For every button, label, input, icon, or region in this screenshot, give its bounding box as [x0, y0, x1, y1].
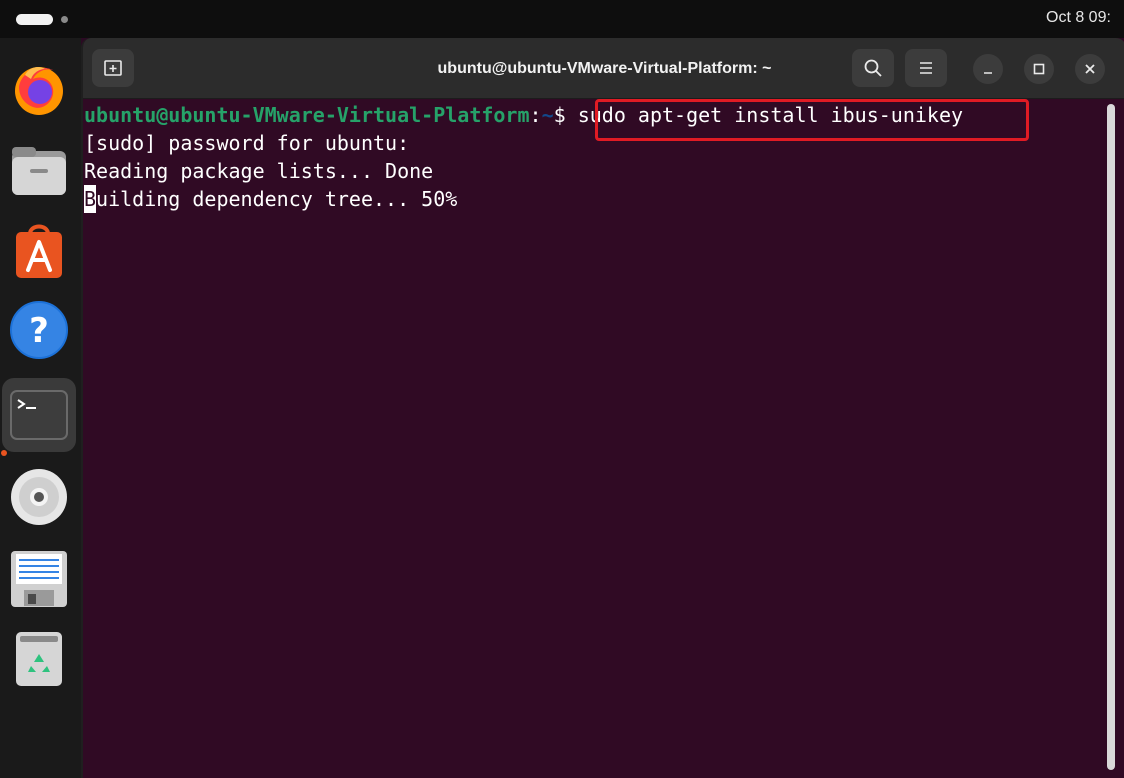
prompt-colon: : [529, 103, 542, 127]
output-line: Building dependency tree... 50% [84, 185, 457, 213]
svg-text:?: ? [29, 311, 49, 351]
close-icon [1085, 64, 1095, 74]
text-editor-icon [11, 551, 67, 607]
new-tab-icon [104, 60, 122, 76]
terminal-output[interactable]: ubuntu@ubuntu-VMware-Virtual-Platform:~$… [83, 99, 1103, 778]
prompt-path: ~ [541, 103, 554, 127]
search-icon [864, 59, 882, 77]
new-tab-button[interactable] [92, 49, 134, 87]
hamburger-menu-icon [920, 62, 932, 74]
disc-icon [11, 469, 67, 525]
terminal-window: ubuntu@ubuntu-VMware-Virtual-Platform: ~ [81, 38, 1124, 778]
dock-item-help[interactable]: ? [6, 297, 72, 363]
text-cursor: B [84, 185, 97, 213]
dock-item-files[interactable] [6, 138, 72, 204]
dock-item-app-center[interactable] [6, 218, 72, 284]
output-line: [sudo] password for ubuntu: [84, 131, 410, 155]
running-indicator [1, 450, 7, 456]
firefox-icon [15, 67, 63, 115]
dock-item-trash[interactable] [6, 626, 72, 692]
files-icon [12, 147, 66, 195]
minimize-icon [984, 72, 992, 74]
menu-button[interactable] [905, 49, 947, 87]
minimize-button[interactable] [973, 54, 1003, 84]
top-bar: Oct 8 09: [0, 0, 1124, 38]
command-highlight-box [595, 99, 1029, 141]
search-button[interactable] [852, 49, 894, 87]
window-title: ubuntu@ubuntu-VMware-Virtual-Platform: ~ [437, 60, 772, 77]
dock-item-terminal[interactable] [2, 378, 76, 452]
progress-text: uilding dependency tree... 50% [96, 187, 458, 211]
activities-indicator[interactable] [16, 14, 53, 25]
maximize-button[interactable] [1024, 54, 1054, 84]
help-icon: ? [10, 301, 68, 359]
close-button[interactable] [1075, 54, 1105, 84]
dock-item-text-editor[interactable] [6, 546, 72, 612]
title-bar[interactable]: ubuntu@ubuntu-VMware-Virtual-Platform: ~ [83, 38, 1124, 99]
workspace-dot[interactable] [61, 16, 68, 23]
app-center-icon [16, 224, 62, 278]
prompt-user: ubuntu@ubuntu-VMware-Virtual-Platform [84, 103, 530, 127]
dock: ? [0, 38, 81, 778]
scrollbar[interactable] [1107, 104, 1115, 770]
prompt-symbol: $ [553, 103, 566, 127]
clock[interactable]: Oct 8 09: [1046, 9, 1111, 27]
dock-item-disc[interactable] [6, 464, 72, 530]
output-line: Reading package lists... Done [84, 159, 434, 183]
maximize-icon [1033, 63, 1045, 75]
terminal-icon [10, 390, 68, 440]
trash-icon [16, 632, 62, 686]
dock-item-firefox[interactable] [6, 56, 72, 122]
